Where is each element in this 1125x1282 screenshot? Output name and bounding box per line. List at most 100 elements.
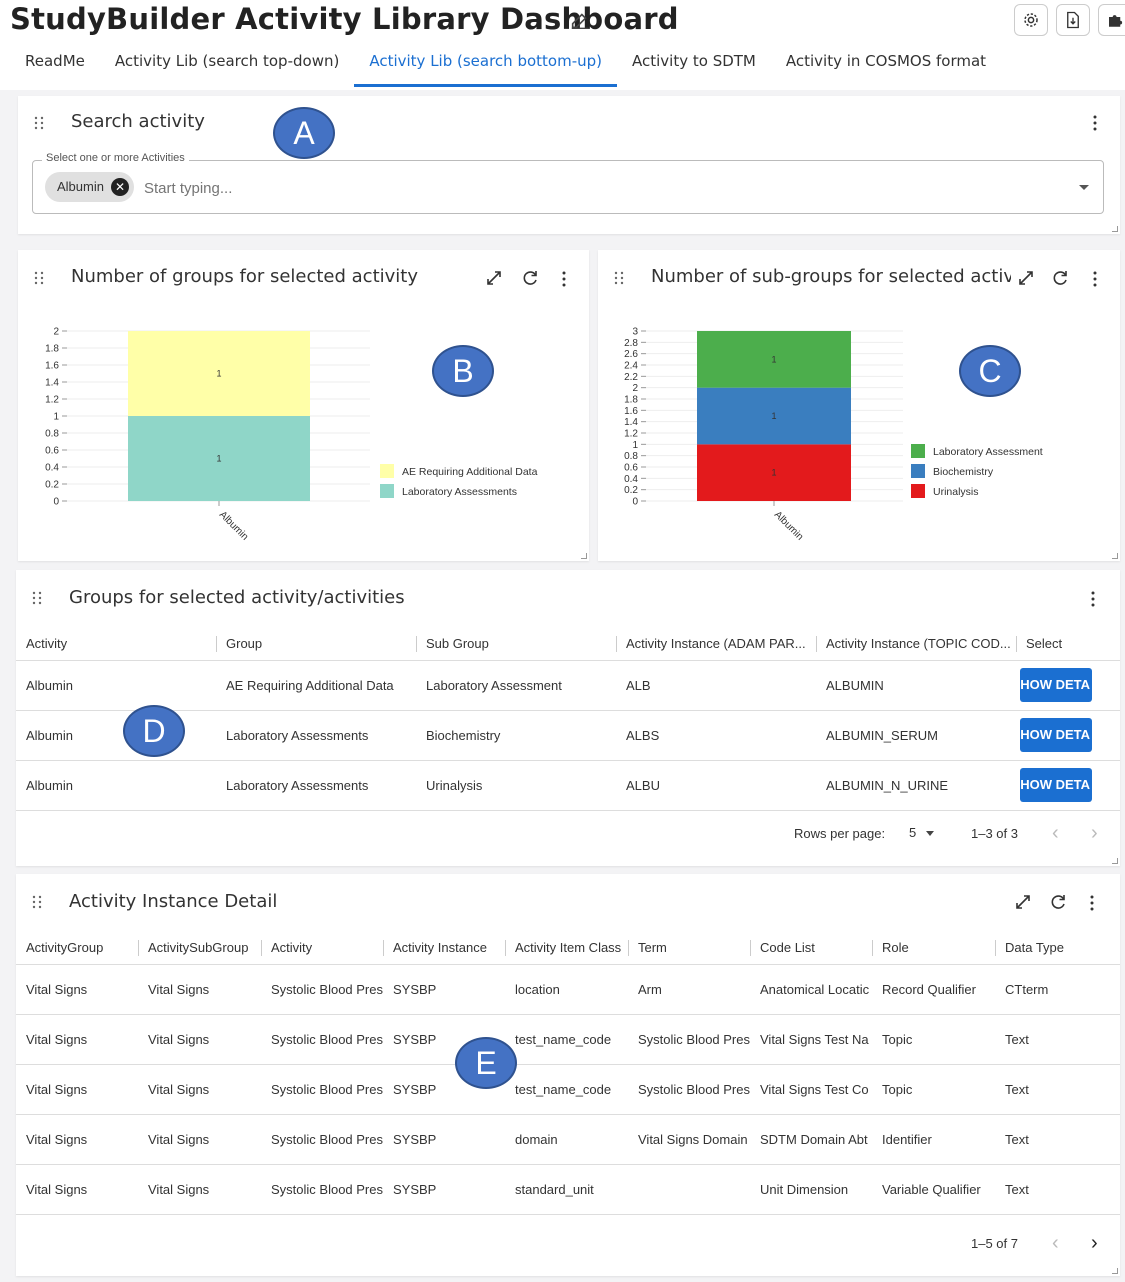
table-cell[interactable]: HOW DETA [1016,660,1120,711]
column-header[interactable]: Code List [750,932,872,965]
table-row[interactable]: Albumin AE Requiring Additional Data Labor… [16,660,1120,711]
edit-icon[interactable] [569,9,591,31]
kebab-icon[interactable] [1090,591,1096,607]
subgroups-chart: 00.20.40.60.811.21.41.61.822.22.42.62.83… [624,327,1043,543]
download-button[interactable] [1056,4,1090,36]
table-cell: Laboratory Assessments [216,710,416,761]
kebab-icon[interactable] [1089,895,1095,911]
resize-handle[interactable] [1112,1268,1118,1274]
puzzle-icon [1109,15,1123,27]
selected-chip[interactable]: Albumin ✕ [45,172,134,202]
table-row[interactable]: Vital Signs Vital Signs Systolic Blood Pre… [16,1064,1120,1115]
resize-handle[interactable] [1112,553,1118,559]
activity-select[interactable]: Albumin ✕ [32,160,1104,214]
column-header[interactable]: Sub Group [416,628,616,661]
caret-down-icon[interactable] [1079,185,1089,190]
table-cell: Vital Signs [138,1164,261,1215]
show-details-button[interactable]: HOW DETA [1020,668,1092,702]
column-header[interactable]: Select [1016,628,1120,661]
chevron-right-icon[interactable]: › [1091,1233,1098,1253]
close-icon[interactable]: ✕ [110,178,129,196]
extensions-button[interactable] [1098,4,1125,36]
data-label: 1 [771,468,776,478]
table-cell: Topic [872,1064,995,1115]
table-cell[interactable]: HOW DETA [1016,710,1120,761]
table-cell: ALBU [616,760,816,811]
show-details-button[interactable]: HOW DETA [1020,718,1092,752]
column-header[interactable]: ActivityGroup [16,932,138,965]
table-cell: ALB [616,660,816,711]
table-cell: Vital Signs [138,1064,261,1115]
table-cell: Text [995,1114,1120,1165]
expand-icon[interactable] [1017,269,1035,287]
table-row[interactable]: Albumin Laboratory Assessments Urinalysis A… [16,760,1120,811]
kebab-icon[interactable] [561,271,567,287]
table-header-row: Activity Group Sub Group Activity Instan… [16,628,1120,661]
table-row[interactable]: Vital Signs Vital Signs Systolic Blood Pre… [16,964,1120,1015]
tab-readme[interactable]: ReadMe [10,44,100,87]
refresh-icon[interactable] [1049,893,1067,911]
table-cell: Urinalysis [416,760,616,811]
resize-handle[interactable] [581,553,587,559]
grip-icon[interactable] [34,271,44,285]
chip-label: Albumin [57,179,104,194]
column-header[interactable]: Activity [16,628,216,661]
column-header[interactable]: Activity [261,932,383,965]
settings-button[interactable] [1014,4,1048,36]
table-cell: Systolic Blood Pres [261,1014,383,1065]
tab-search-bottom-up[interactable]: Activity Lib (search bottom-up) [354,44,617,87]
table-cell: ALBUMIN_N_URINE [816,760,1016,811]
column-header[interactable]: Term [628,932,750,965]
chevron-right-icon[interactable]: › [1091,823,1098,843]
kebab-icon[interactable] [1092,115,1098,131]
column-header[interactable]: Activity Instance (ADAM PAR... [616,628,816,661]
column-header[interactable]: Activity Instance [383,932,505,965]
tab-activity-to-sdtm[interactable]: Activity to SDTM [617,44,771,87]
legend-label: Urinalysis [933,486,979,498]
table-cell: AE Requiring Additional Data [216,660,416,711]
column-header[interactable]: Activity Instance (TOPIC COD... [816,628,1016,661]
grip-icon[interactable] [32,591,42,605]
table-cell: Albumin [16,710,216,761]
column-header[interactable]: Activity Item Class [505,932,628,965]
table-row[interactable]: Vital Signs Vital Signs Systolic Blood Pre… [16,1014,1120,1065]
search-input[interactable] [142,179,992,198]
refresh-icon[interactable] [1051,269,1069,287]
column-header[interactable]: ActivitySubGroup [138,932,261,965]
table-header-row: ActivityGroup ActivitySubGroup Activity … [16,932,1120,965]
y-tick-label: 2.4 [624,361,638,372]
resize-handle[interactable] [1112,226,1118,232]
table-row[interactable]: Vital Signs Vital Signs Systolic Blood Pre… [16,1114,1120,1165]
table-cell: Vital Signs [138,1014,261,1065]
show-details-button[interactable]: HOW DETA [1020,768,1092,802]
kebab-icon[interactable] [1092,271,1098,287]
table-cell: Record Qualifier [872,964,995,1015]
resize-handle[interactable] [1112,858,1118,864]
expand-icon[interactable] [1014,893,1032,911]
top-bar: StudyBuilder Activity Library Dashboard … [0,0,1125,90]
chevron-left-icon[interactable]: ‹ [1052,1233,1059,1253]
rows-per-page-select[interactable]: 5 [909,825,934,840]
refresh-icon[interactable] [521,269,539,287]
table-row[interactable]: Vital Signs Vital Signs Systolic Blood Pre… [16,1164,1120,1215]
chevron-left-icon[interactable]: ‹ [1052,823,1059,843]
card-title: Activity Instance Detail [69,891,278,912]
table-cell: Systolic Blood Pres [261,1164,383,1215]
y-tick-label: 1.8 [624,395,638,406]
tab-cosmos-format[interactable]: Activity in COSMOS format [771,44,1001,87]
gear-icon [1024,13,1038,27]
table-cell: SYSBP [383,1164,505,1215]
table-cell[interactable]: HOW DETA [1016,760,1120,811]
table-cell: Vital Signs [16,1114,138,1165]
grip-icon[interactable] [34,116,44,130]
expand-icon[interactable] [485,269,503,287]
tab-search-top-down[interactable]: Activity Lib (search top-down) [100,44,354,87]
column-header[interactable]: Group [216,628,416,661]
column-header[interactable]: Role [872,932,995,965]
grip-icon[interactable] [32,895,42,909]
callout-c: C [959,345,1021,397]
y-tick-label: 3 [632,327,638,338]
grip-icon[interactable] [614,271,624,285]
table-cell: Vital Signs [16,1014,138,1065]
column-header[interactable]: Data Type [995,932,1120,965]
